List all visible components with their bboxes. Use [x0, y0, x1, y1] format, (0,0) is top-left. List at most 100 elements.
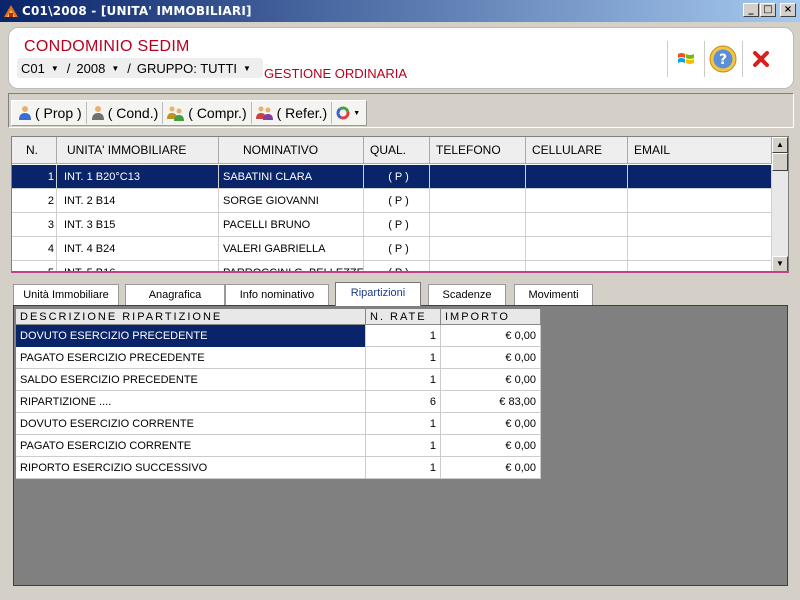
row-telefono: [430, 213, 526, 237]
prop-button[interactable]: ( Prop ): [14, 102, 87, 124]
header-panel: CONDOMINIO SEDIM C01 ▼ / 2008 ▼ / GRUPPO…: [8, 27, 794, 89]
row-telefono: [430, 261, 526, 271]
chevron-down-icon[interactable]: ▼: [111, 64, 119, 73]
table-row[interactable]: RIPORTO ESERCIZIO SUCCESSIVO 1 € 0,00: [16, 457, 541, 479]
tab-movimenti[interactable]: Movimenti: [514, 284, 593, 306]
help-button[interactable]: ?: [704, 41, 740, 77]
options-dropdown[interactable]: ▼: [332, 102, 364, 124]
windows-button[interactable]: [667, 41, 703, 77]
condominio-select[interactable]: C01: [21, 61, 45, 76]
column-header[interactable]: UNITA' IMMOBILIARE: [57, 137, 219, 164]
row-rate: 1: [366, 413, 441, 435]
table-row[interactable]: PAGATO ESERCIZIO CORRENTE 1 € 0,00: [16, 435, 541, 457]
windows-logo-icon: [677, 53, 694, 64]
row-qual: ( P ): [364, 189, 430, 213]
column-header[interactable]: DESCRIZIONE RIPARTIZIONE: [16, 309, 366, 325]
row-unita: INT. 4 B24: [57, 237, 219, 261]
row-rate: 1: [366, 457, 441, 479]
compr-button[interactable]: ( Compr.): [163, 102, 252, 124]
row-telefono: [430, 237, 526, 261]
vertical-scrollbar[interactable]: ▲ ▼: [772, 137, 788, 271]
chevron-down-icon[interactable]: ▼: [51, 64, 59, 73]
table-row[interactable]: 2 INT. 2 B14 SORGE GIOVANNI ( P ): [12, 189, 772, 213]
row-nominativo: VALERI GABRIELLA: [219, 237, 364, 261]
units-grid: N. UNITA' IMMOBILIARE NOMINATIVO QUAL. T…: [11, 136, 789, 273]
row-unita: INT. 2 B14: [57, 189, 219, 213]
row-descrizione: DOVUTO ESERCIZIO PRECEDENTE: [16, 325, 366, 347]
row-cellulare: [526, 237, 628, 261]
tab-ripartizioni[interactable]: Ripartizioni: [335, 282, 421, 306]
refer-label: ( Refer.): [276, 105, 328, 121]
row-rate: 1: [366, 369, 441, 391]
tab-info-nominativo[interactable]: Info nominativo: [225, 284, 329, 306]
table-row[interactable]: 4 INT. 4 B24 VALERI GABRIELLA ( P ): [12, 237, 772, 261]
tab-anagrafica[interactable]: Anagrafica: [125, 284, 225, 306]
row-cellulare: [526, 261, 628, 271]
row-nominativo: PARROCCINI G. BELLEZZE: [219, 261, 364, 271]
row-cellulare: [526, 165, 628, 189]
table-row[interactable]: 3 INT. 3 B15 PACELLI BRUNO ( P ): [12, 213, 772, 237]
person-icon: [19, 106, 31, 120]
table-row[interactable]: RIPARTIZIONE .... 6 € 83,00: [16, 391, 541, 413]
compr-label: ( Compr.): [188, 105, 247, 121]
row-nominativo: SORGE GIOVANNI: [219, 189, 364, 213]
ripartizioni-table: DESCRIZIONE RIPARTIZIONE N. RATE IMPORTO…: [16, 309, 541, 479]
column-header[interactable]: N. RATE: [366, 309, 441, 325]
refer-button[interactable]: ( Refer.): [252, 102, 333, 124]
scroll-up-icon[interactable]: ▲: [772, 137, 788, 153]
table-row[interactable]: PAGATO ESERCIZIO PRECEDENTE 1 € 0,00: [16, 347, 541, 369]
gruppo-select[interactable]: GRUPPO: TUTTI: [137, 61, 237, 76]
gestione-label: GESTIONE ORDINARIA: [264, 66, 408, 81]
row-importo: € 0,00: [441, 413, 541, 435]
row-unita: INT. 1 B20°C13: [57, 165, 219, 189]
maximize-button[interactable]: □: [760, 3, 776, 17]
close-window-button[interactable]: ×: [780, 3, 796, 17]
table-row[interactable]: 1 INT. 1 B20°C13 SABATINI CLARA ( P ): [12, 165, 772, 189]
table-row[interactable]: DOVUTO ESERCIZIO CORRENTE 1 € 0,00: [16, 413, 541, 435]
row-email: [628, 213, 772, 237]
separator: /: [127, 60, 131, 76]
column-header[interactable]: TELEFONO: [430, 137, 526, 164]
row-number: 1: [12, 165, 57, 189]
minimize-button[interactable]: _: [743, 3, 759, 17]
row-nominativo: PACELLI BRUNO: [219, 213, 364, 237]
row-telefono: [430, 189, 526, 213]
tab-unita-immobiliare[interactable]: Unità Immobiliare: [13, 284, 119, 306]
cond-label: ( Cond.): [107, 105, 159, 121]
anno-select[interactable]: 2008: [76, 61, 105, 76]
row-qual: ( P ): [364, 237, 430, 261]
row-descrizione: RIPORTO ESERCIZIO SUCCESSIVO: [16, 457, 366, 479]
scroll-down-icon[interactable]: ▼: [772, 256, 788, 271]
toolbar: ( Prop ) ( Cond.) ( Compr.) ( Refer.) ▼: [11, 100, 368, 126]
row-qual: ( P ): [364, 261, 430, 271]
app-icon: [4, 5, 18, 17]
column-header[interactable]: NOMINATIVO: [219, 137, 364, 164]
row-importo: € 0,00: [441, 369, 541, 391]
row-descrizione: PAGATO ESERCIZIO PRECEDENTE: [16, 347, 366, 369]
title-bar: C01\2008 - [UNITA' IMMOBILIARI] _ □ ×: [0, 0, 800, 22]
column-header[interactable]: IMPORTO: [441, 309, 541, 325]
window-title: C01\2008 - [UNITA' IMMOBILIARI]: [22, 4, 252, 18]
tab-scadenze[interactable]: Scadenze: [428, 284, 506, 306]
row-email: [628, 237, 772, 261]
row-importo: € 0,00: [441, 457, 541, 479]
ripartizioni-panel: DESCRIZIONE RIPARTIZIONE N. RATE IMPORTO…: [13, 305, 788, 586]
row-number: 4: [12, 237, 57, 261]
column-header[interactable]: EMAIL: [628, 137, 772, 164]
scroll-thumb[interactable]: [772, 153, 788, 171]
column-header[interactable]: N.: [12, 137, 57, 164]
close-button[interactable]: [742, 41, 778, 77]
prop-label: ( Prop ): [35, 105, 82, 121]
help-icon: ?: [709, 45, 736, 73]
cond-button[interactable]: ( Cond.): [87, 102, 164, 124]
table-row[interactable]: DOVUTO ESERCIZIO PRECEDENTE 1 € 0,00: [16, 325, 541, 347]
grid-header: N. UNITA' IMMOBILIARE NOMINATIVO QUAL. T…: [12, 137, 772, 164]
separator: /: [66, 60, 71, 76]
column-header[interactable]: QUAL.: [364, 137, 430, 164]
row-rate: 6: [366, 391, 441, 413]
table-row[interactable]: 5 INT. 5 B16 PARROCCINI G. BELLEZZE ( P …: [12, 261, 772, 271]
column-header[interactable]: CELLULARE: [526, 137, 628, 164]
table-row[interactable]: SALDO ESERCIZIO PRECEDENTE 1 € 0,00: [16, 369, 541, 391]
person-icon: [91, 106, 104, 120]
chevron-down-icon[interactable]: ▼: [243, 64, 251, 73]
